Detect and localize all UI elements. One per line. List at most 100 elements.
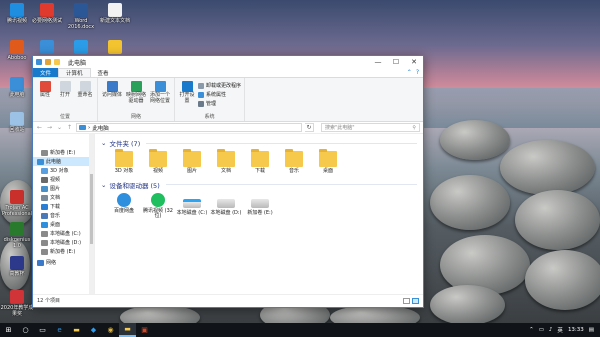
tab-computer[interactable]: 计算机: [58, 68, 91, 77]
desktop-icon[interactable]: 必要网络测试: [30, 3, 64, 24]
nav-item[interactable]: 新加卷 (E:): [33, 247, 94, 256]
tab-view[interactable]: 查看: [91, 68, 116, 77]
start-button[interactable]: ⊞: [0, 323, 17, 337]
folder-item[interactable]: 音乐: [277, 149, 311, 175]
taskbar-app[interactable]: ▬: [68, 323, 85, 337]
search-button[interactable]: ○: [17, 323, 34, 337]
tab-file[interactable]: 文件: [33, 68, 59, 77]
nav-item[interactable]: 音乐: [33, 211, 94, 220]
folder-label: 视频: [152, 168, 163, 174]
nav-item[interactable]: 3D 对象: [33, 166, 94, 175]
content-pane[interactable]: ⌄ 文件夹 (7) 3D 对象 视频 图片 文档 下载 音乐 桌面 ⌄ 设备和驱动器 (5)…: [95, 134, 423, 294]
new-folder-icon[interactable]: [54, 59, 60, 65]
title-bar[interactable]: 此电脑 — ☐ ✕: [33, 56, 423, 68]
properties-icon[interactable]: [45, 59, 51, 65]
large-icons-view-button[interactable]: [412, 297, 419, 304]
folders-section-header[interactable]: ⌄ 文件夹 (7): [101, 138, 417, 148]
device-item[interactable]: 百度网盘: [107, 192, 141, 220]
navigation-pane[interactable]: 新加卷 (E:) 此电脑 3D 对象 视频 图片 文档 下载 音乐 桌面 本地磁盘 (C:) 本地磁…: [33, 134, 95, 294]
open-button[interactable]: 打开: [56, 80, 74, 113]
nav-item-icon: [41, 203, 48, 210]
device-item[interactable]: 腾讯视频 (32 位): [141, 192, 175, 220]
taskbar-app[interactable]: ▣: [136, 323, 153, 337]
nav-item[interactable]: 本地磁盘 (D:): [33, 238, 94, 247]
devices-section-header[interactable]: ⌄ 设备和驱动器 (5): [101, 180, 417, 190]
taskbar-app-explorer[interactable]: ▬: [119, 323, 136, 337]
clock[interactable]: 13:33: [568, 327, 584, 333]
taskbar-app[interactable]: e: [51, 323, 68, 337]
help-icon[interactable]: ?: [416, 69, 419, 76]
up-button[interactable]: ↑: [66, 124, 73, 131]
rename-button[interactable]: 重命名: [76, 80, 94, 113]
nav-item[interactable]: 图片: [33, 184, 94, 193]
back-button[interactable]: ←: [36, 124, 43, 131]
details-view-button[interactable]: [403, 297, 410, 304]
desktop-icon[interactable]: 腾讯视频: [0, 3, 34, 24]
folder-item[interactable]: 桌面: [311, 149, 345, 175]
volume-icon[interactable]: ♪: [549, 327, 553, 333]
nav-item[interactable]: 下载: [33, 202, 94, 211]
desktop-icon[interactable]: 高教杯: [0, 256, 34, 277]
nav-item[interactable]: 本地磁盘 (C:): [33, 229, 94, 238]
device-label: 百度网盘: [113, 207, 134, 214]
desktop-icon[interactable]: Trojan AC Professional: [0, 190, 34, 217]
nav-item[interactable]: 此电脑: [33, 157, 94, 166]
desktop-icon[interactable]: Aboboo: [0, 40, 34, 61]
manage-button[interactable]: 管理: [198, 100, 241, 107]
desktop-icon[interactable]: Word 2016.docx: [64, 3, 98, 30]
nav-item[interactable]: 桌面: [33, 220, 94, 229]
nav-item[interactable]: 网络: [33, 258, 94, 267]
folder-item[interactable]: 视频: [141, 149, 175, 175]
device-item[interactable]: 本地磁盘 (C:): [175, 193, 209, 220]
folder-item[interactable]: 文档: [209, 149, 243, 175]
address-bar[interactable]: › 此电脑: [76, 123, 302, 132]
open-settings-button[interactable]: 打开设置: [178, 80, 196, 113]
system-properties-button[interactable]: 系统属性: [198, 91, 241, 98]
show-hidden-icons[interactable]: ⌃: [529, 327, 534, 333]
recent-locations-button[interactable]: ⌄: [56, 124, 63, 131]
desktop-icon[interactable]: [30, 40, 64, 55]
collapse-ribbon-icon[interactable]: ⌃: [407, 69, 412, 76]
maximize-button[interactable]: ☐: [387, 56, 405, 68]
file-explorer-window[interactable]: 此电脑 — ☐ ✕ 文件 计算机 查看 ⌃ ? 属性 打开 重命名 位置 访问媒…: [32, 55, 424, 308]
nav-item[interactable]: 文档: [33, 193, 94, 202]
taskbar-app[interactable]: ◉: [102, 323, 119, 337]
refresh-button[interactable]: ↻: [305, 123, 314, 132]
network-icon[interactable]: ▭: [539, 327, 544, 333]
notification-icon[interactable]: ▤: [589, 327, 594, 333]
nav-scrollbar[interactable]: [89, 134, 94, 294]
drive-icon: [251, 198, 269, 208]
ime-indicator[interactable]: 英: [557, 326, 563, 334]
add-network-location-button[interactable]: 添加一个网络位置: [149, 80, 171, 113]
folder-item[interactable]: 下载: [243, 149, 277, 175]
folder-item[interactable]: 图片: [175, 149, 209, 175]
desktop-icon[interactable]: 回收站: [0, 112, 34, 133]
stone: [515, 190, 600, 250]
taskbar-app[interactable]: ◆: [85, 323, 102, 337]
close-button[interactable]: ✕: [405, 56, 423, 68]
breadcrumb[interactable]: 此电脑: [92, 124, 109, 132]
desktop-icon[interactable]: 2020年教学成果奖: [0, 290, 34, 317]
scrollbar-thumb[interactable]: [90, 174, 93, 244]
quick-access-toolbar: [36, 59, 60, 65]
desktop-icon[interactable]: 此电脑: [0, 77, 34, 98]
uninstall-programs-button[interactable]: 卸载或更改程序: [198, 82, 241, 89]
search-input[interactable]: 搜索"此电脑" ⚲: [321, 123, 420, 132]
device-item[interactable]: 本地磁盘 (D:): [209, 193, 243, 220]
desktop-icon[interactable]: [98, 40, 132, 55]
map-network-drive-button[interactable]: 映射网络驱动器: [125, 80, 147, 113]
nav-item-label: 音乐: [50, 213, 61, 219]
desktop-icon[interactable]: [64, 40, 98, 55]
folder-item[interactable]: 3D 对象: [107, 149, 141, 175]
access-media-button[interactable]: 访问媒体: [101, 80, 123, 113]
nav-item[interactable]: 视频: [33, 175, 94, 184]
properties-button[interactable]: 属性: [36, 80, 54, 113]
folder-icon: [251, 149, 269, 167]
task-view-button[interactable]: ▭: [34, 323, 51, 337]
desktop-icon[interactable]: diskgenius 1.0: [0, 222, 34, 249]
minimize-button[interactable]: —: [369, 56, 387, 68]
forward-button[interactable]: →: [46, 124, 53, 131]
desktop-icon[interactable]: 新建文本文档: [98, 3, 132, 24]
device-item[interactable]: 新加卷 (E:): [243, 193, 277, 220]
nav-item[interactable]: 新加卷 (E:): [33, 148, 94, 157]
